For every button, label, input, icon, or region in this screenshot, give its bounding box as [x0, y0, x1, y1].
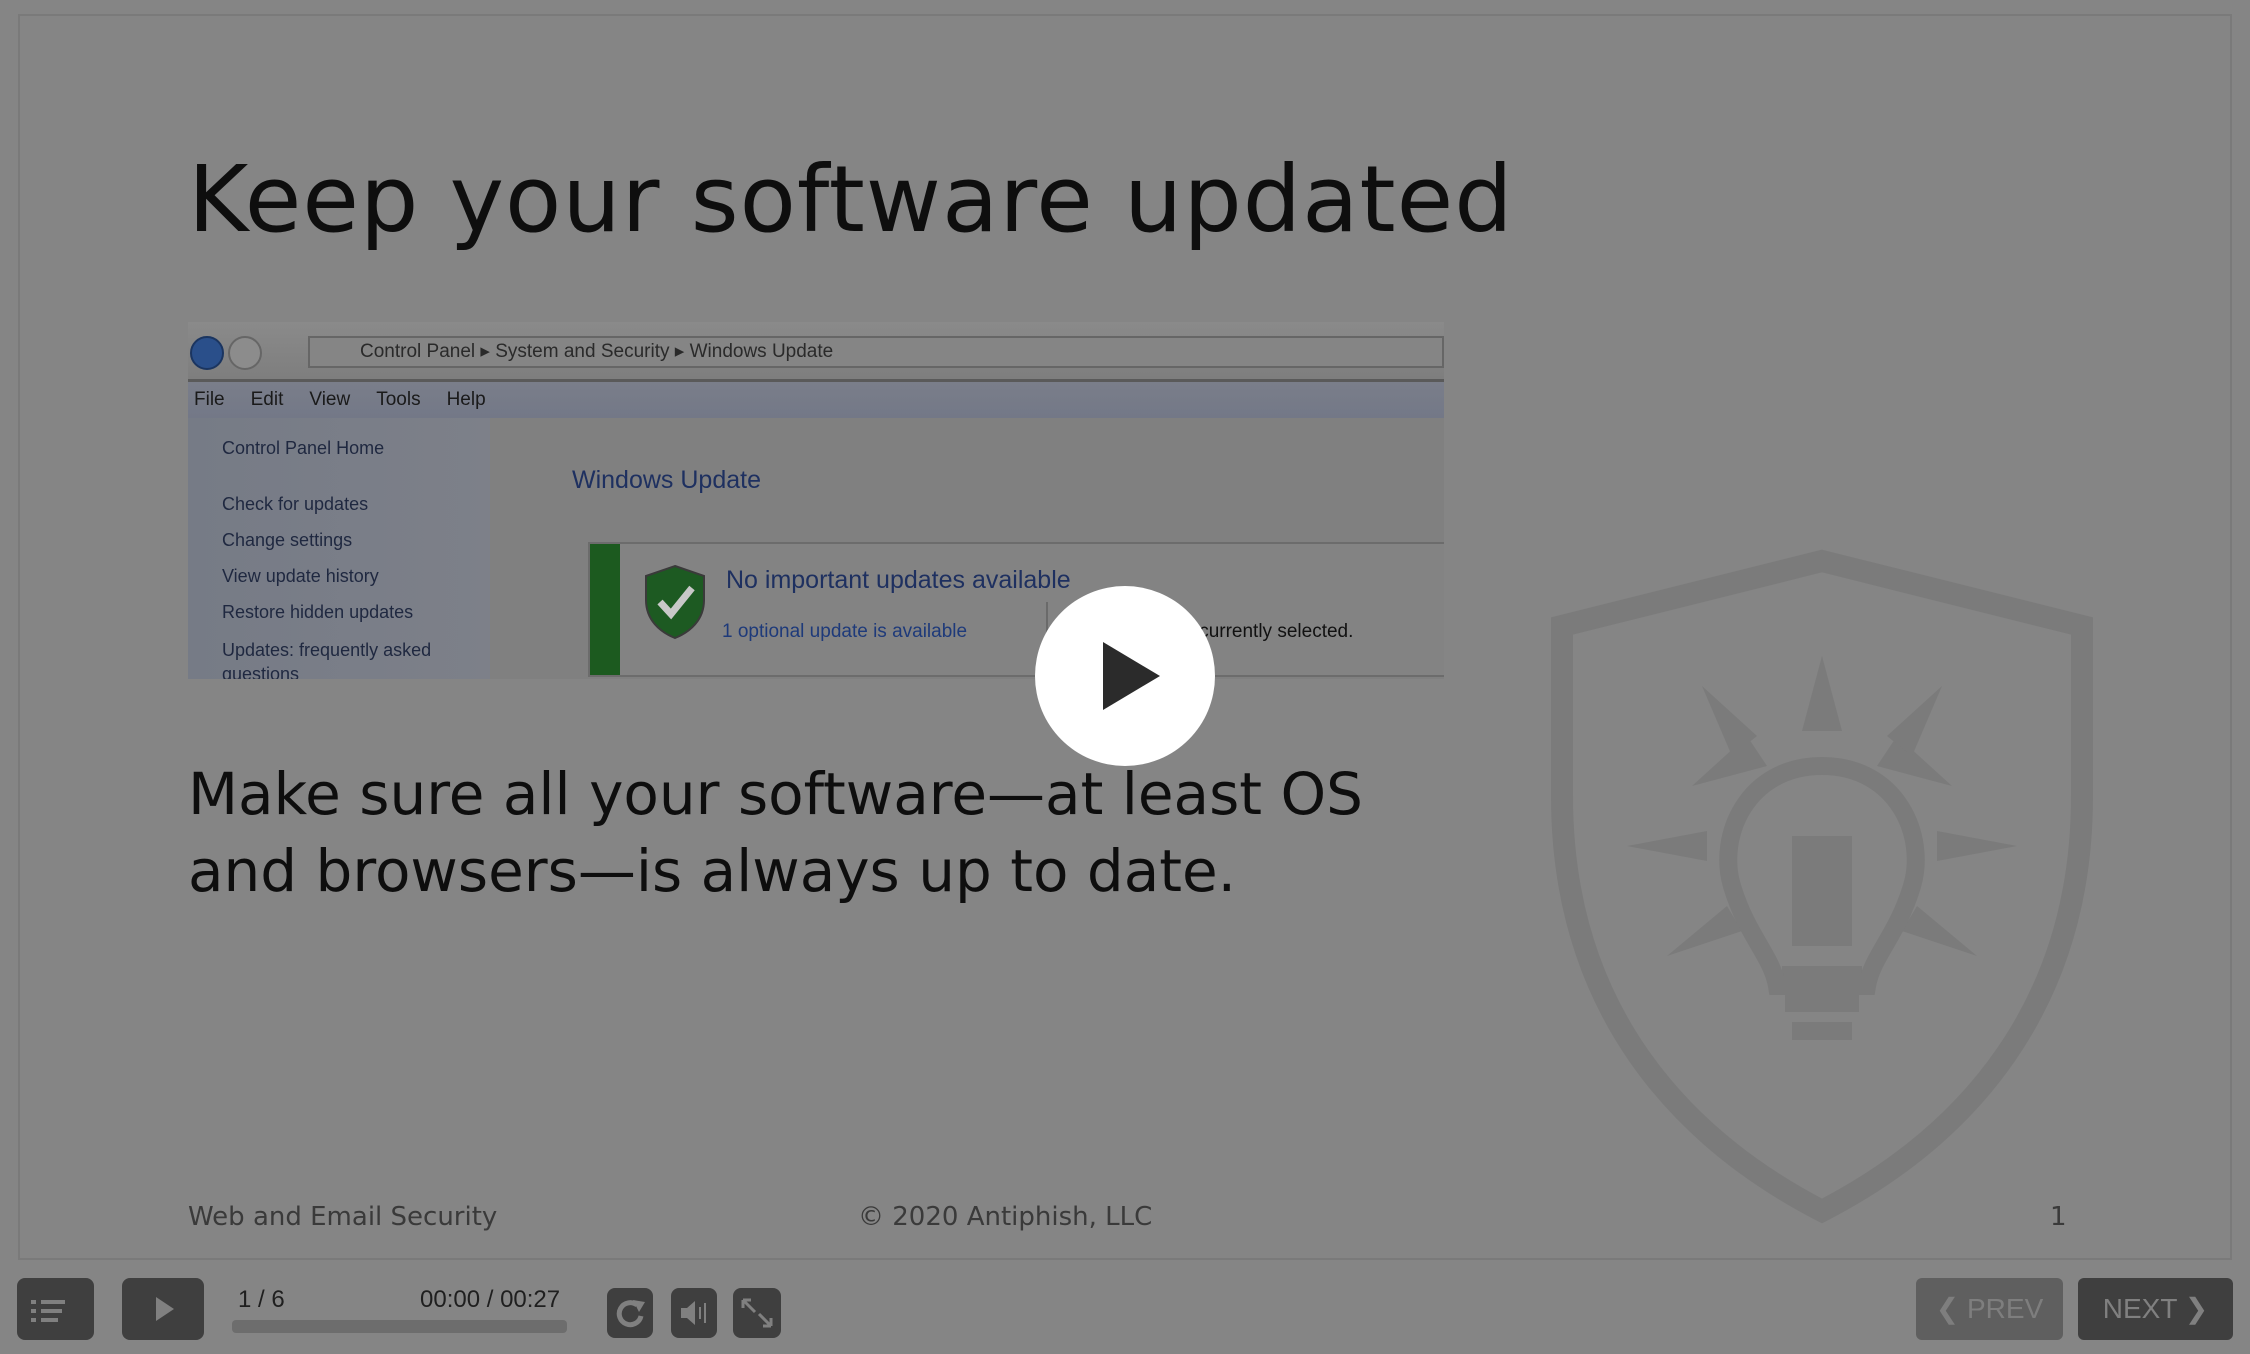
volume-button[interactable]	[671, 1288, 717, 1338]
forward-icon	[228, 336, 262, 370]
play-icon	[156, 1297, 174, 1321]
play-button[interactable]	[122, 1278, 204, 1340]
update-status-box: No important updates available 1 optiona…	[588, 542, 1444, 677]
address-bar-area: Control Panel ▸ System and Security ▸ Wi…	[188, 322, 1444, 382]
menu-view: View	[309, 389, 351, 410]
progress-bar[interactable]	[232, 1320, 567, 1333]
menu-tools: Tools	[376, 389, 421, 410]
back-icon	[190, 336, 224, 370]
menu-file: File	[194, 389, 225, 410]
sidebar-item: Updates: frequently asked questions	[222, 640, 432, 679]
sidebar-item: Check for updates	[222, 494, 369, 514]
menu-button[interactable]	[17, 1278, 94, 1340]
replay-icon	[616, 1300, 645, 1328]
replay-button[interactable]	[607, 1288, 653, 1338]
list-icon	[31, 1300, 65, 1322]
play-icon	[1103, 642, 1160, 710]
fullscreen-icon	[741, 1298, 773, 1328]
volume-icon	[681, 1301, 706, 1325]
slide-body: Make sure all your software—at least OS …	[188, 760, 1363, 905]
next-button[interactable]: NEXT ❯	[2078, 1278, 2233, 1340]
breadcrumb: Control Panel ▸ System and Security ▸ Wi…	[308, 336, 1444, 368]
status-title: No important updates available	[726, 566, 1071, 594]
footer-copyright: © 2020 Antiphish, LLC	[858, 1202, 1153, 1232]
next-label: NEXT	[2102, 1293, 2177, 1324]
shield-lightbulb-icon	[1551, 549, 2093, 1224]
prev-label: PREV	[1967, 1293, 2044, 1324]
slide-title: Keep your software updated	[188, 146, 1514, 253]
slide-counter: 1 / 6	[238, 1286, 285, 1313]
screenshot-heading: Windows Update	[572, 466, 761, 494]
sidebar-item: Change settings	[222, 530, 353, 550]
optional-update-link: 1 optional update is available	[722, 621, 968, 642]
sidebar-item: Control Panel Home	[222, 438, 385, 458]
screenshot-sidebar: Control Panel Home Check for updates Cha…	[188, 418, 490, 679]
prev-button[interactable]: ❮ PREV	[1916, 1278, 2063, 1340]
shield-check-icon	[645, 564, 705, 640]
time-display: 00:00 / 00:27	[420, 1286, 561, 1313]
footer-page-number: 1	[2050, 1202, 2067, 1232]
menu-edit: Edit	[250, 389, 284, 410]
status-bar	[590, 544, 620, 675]
chevron-left-icon: ❮	[1935, 1293, 1960, 1324]
windows-update-screenshot: Control Panel ▸ System and Security ▸ Wi…	[188, 322, 1444, 679]
breadcrumb-item: System and Security	[495, 341, 670, 362]
footer-course: Web and Email Security	[188, 1202, 498, 1232]
sidebar-item: View update history	[222, 566, 379, 586]
breadcrumb-item: Control Panel	[360, 341, 476, 362]
breadcrumb-item: Windows Update	[689, 341, 834, 362]
fullscreen-button[interactable]	[733, 1288, 781, 1338]
menu-help: Help	[446, 389, 486, 410]
menu-bar: File Edit View Tools Help	[188, 382, 1444, 418]
sidebar-item: Restore hidden updates	[222, 602, 414, 622]
play-overlay-button[interactable]	[1035, 586, 1215, 766]
chevron-right-icon: ❯	[2184, 1293, 2209, 1324]
